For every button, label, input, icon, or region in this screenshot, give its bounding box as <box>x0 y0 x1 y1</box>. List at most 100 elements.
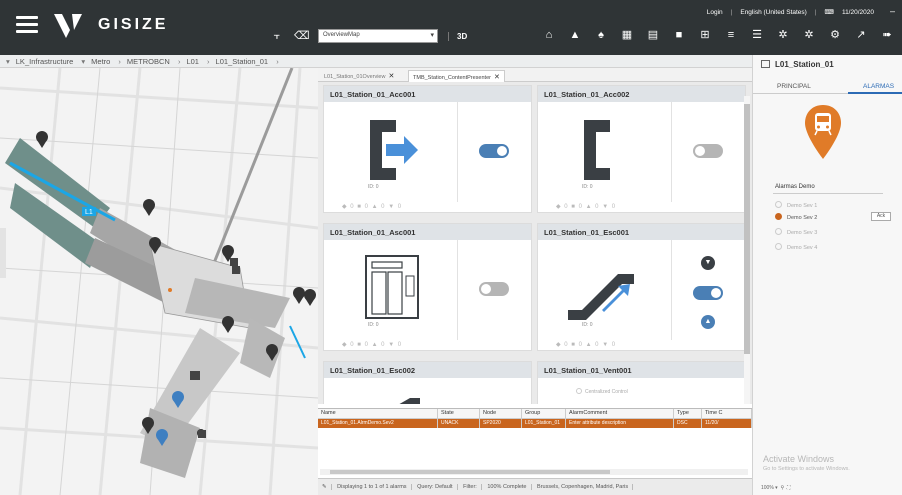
column-header[interactable]: Group <box>522 409 566 418</box>
grid-header: Name State Node Group AlarmComment Type … <box>318 409 752 419</box>
device-cards: L01_Station_01_Acc001 ID: 0 ◆ 0 ■ 0 ▲ 0 … <box>318 82 752 404</box>
language-selector[interactable]: English (United States) <box>740 9 806 16</box>
device-toggle[interactable] <box>693 286 723 300</box>
table-row[interactable]: L01_Station_01.AlrmDemo.Sev2 UNACK SP202… <box>318 419 752 428</box>
alarm-item[interactable]: Demo Sev 2 <box>775 213 817 221</box>
breadcrumb-item[interactable]: L01 <box>186 57 199 66</box>
zoom-value: 100% <box>761 485 774 491</box>
layers-icon[interactable]: ⫟ <box>270 30 284 42</box>
column-header[interactable]: State <box>438 409 480 418</box>
card-title: L01_Station_01_Esc002 <box>324 362 531 378</box>
keyboard-icon[interactable]: ⌨ <box>825 8 834 16</box>
door-closed-icon <box>584 120 610 180</box>
breadcrumb: ▾ LK_Infrastructure ▾ Metro › METROBCN › L01… <box>0 55 752 68</box>
column-header[interactable]: Type <box>674 409 702 418</box>
ack-button[interactable]: Ack <box>871 212 891 221</box>
grid-icon[interactable]: ⊞ <box>698 29 712 41</box>
header-user-bar: Login | English (United States) | ⌨ 11/2… <box>706 8 874 17</box>
card-visual: ID: 0 ◆ 0 ■ 0 ▲ 0 ▼ 0 <box>324 240 458 348</box>
logo-icon <box>54 14 82 38</box>
device-toggle[interactable] <box>479 282 509 296</box>
map-select[interactable]: OverviewMap ▾ <box>318 29 438 43</box>
breadcrumb-item[interactable]: L01_Station_01 <box>216 57 269 66</box>
map-select-value: OverviewMap <box>323 32 360 38</box>
tab-principal[interactable]: PRINCIPAL <box>777 83 811 90</box>
table-cell: SP2020 <box>480 419 522 428</box>
radio-icon[interactable] <box>576 388 582 394</box>
dashboard-icon[interactable]: ▦ <box>620 29 634 41</box>
chevron-down-icon: ▾ <box>430 32 434 39</box>
menu-icon[interactable] <box>16 16 38 34</box>
column-header[interactable]: Name <box>318 409 438 418</box>
grid-scrollbar[interactable] <box>320 469 748 475</box>
close-icon[interactable]: ✕ <box>494 74 500 81</box>
watermark-title: Activate Windows <box>763 454 835 464</box>
warning-icon[interactable]: ▲ <box>568 29 582 41</box>
chevron-right-icon: › <box>177 57 181 66</box>
table-cell: Enter attribute description <box>566 419 674 428</box>
chevron-right-icon: › <box>118 57 121 66</box>
filter-list-icon[interactable]: ☰ <box>750 29 764 41</box>
panel-title: L01_Station_01 <box>761 60 834 69</box>
tab-overview-label: L01_Station_01Overview <box>324 74 386 80</box>
direction-up-button[interactable]: ▲ <box>701 315 715 329</box>
card-visual: ID: 0 ◆ 0 ■ 0 ▲ 0 ▼ 0 <box>324 102 458 210</box>
vehicle-icon[interactable]: ➠ <box>880 29 894 41</box>
table-cell: DSC <box>674 419 702 428</box>
column-header[interactable]: Time C <box>702 409 752 418</box>
camera-icon[interactable]: ■ <box>672 29 686 41</box>
device-card: L01_Station_01_Esc001 ID: 0 ◆ 0 ■ 0 ▲ 0 … <box>537 223 746 351</box>
settings-a-icon[interactable]: ✲ <box>776 29 790 41</box>
watermark-subtitle: Go to Settings to activate Windows. <box>763 466 850 472</box>
column-header[interactable]: AlarmComment <box>566 409 674 418</box>
column-header[interactable]: Node <box>480 409 522 418</box>
alarm-item[interactable]: Demo Sev 4 <box>775 243 817 251</box>
radio-icon <box>775 201 782 208</box>
card-title: L01_Station_01_Esc001 <box>538 224 745 240</box>
device-toggle[interactable] <box>479 144 509 158</box>
breadcrumb-item[interactable]: Metro <box>91 57 110 66</box>
map-view[interactable]: L1 <box>0 68 318 495</box>
table-cell: 11/20/ <box>702 419 752 428</box>
eraser-icon[interactable]: ⌫ <box>294 30 310 42</box>
tab-alarmas[interactable]: ALARMAS <box>863 83 894 90</box>
clipboard-icon[interactable]: ▤ <box>646 29 660 41</box>
close-icon[interactable]: ✕ <box>388 73 394 80</box>
chevron-right-icon: › <box>207 57 210 66</box>
chevron-down-icon[interactable]: ▾ <box>6 57 10 66</box>
card-title: L01_Station_01_Vent001 <box>538 362 745 378</box>
chevron-down-icon[interactable]: ▾ <box>81 57 85 66</box>
list-icon[interactable]: ≡ <box>724 29 738 41</box>
app-window: GISIZE Login | English (United States) |… <box>0 0 902 495</box>
device-card: L01_Station_01_Asc001 ID: 0 ◆ 0 ■ 0 ▲ 0 … <box>323 223 532 351</box>
device-card: L01_Station_01_Esc002 <box>323 361 532 404</box>
breadcrumb-item[interactable]: LK_Infrastructure <box>16 57 74 66</box>
map-canvas[interactable]: L1 <box>0 68 318 495</box>
zoom-control[interactable]: 100% ▾ ⚲ ⛶ <box>761 485 790 491</box>
login-link[interactable]: Login <box>707 9 723 16</box>
chevron-right-icon: › <box>276 57 279 66</box>
alarm-item[interactable]: Demo Sev 3 <box>775 228 817 236</box>
status-displaying: Displaying 1 to 1 of 1 alarms <box>333 484 412 490</box>
table-cell: L01_Station_01 <box>522 419 566 428</box>
alarm-item[interactable]: Demo Sev 1 <box>775 201 817 209</box>
device-toggle[interactable] <box>693 144 723 158</box>
marker-icon[interactable]: ♠ <box>594 29 608 41</box>
3d-button[interactable]: 3D <box>448 31 467 41</box>
card-title: L01_Station_01_Acc001 <box>324 86 531 102</box>
device-card: L01_Station_01_Acc002 ID: 0 ◆ 0 ■ 0 ▲ 0 … <box>537 85 746 213</box>
minimize-icon[interactable]: – <box>890 6 902 16</box>
tab-content-presenter[interactable]: TMB_Station_ContentPresenter ✕ <box>408 70 505 82</box>
cards-scrollbar[interactable] <box>744 96 750 404</box>
device-card: L01_Station_01_Vent001 Centralized Contr… <box>537 361 746 404</box>
tab-overview[interactable]: L01_Station_01Overview ✕ <box>320 70 398 82</box>
direction-down-button[interactable]: ▼ <box>701 256 715 270</box>
home-icon[interactable]: ⌂ <box>542 29 556 41</box>
tab-bar: L01_Station_01Overview ✕ TMB_Station_Cont… <box>318 68 752 82</box>
breadcrumb-item[interactable]: METROBCN <box>127 57 170 66</box>
route-icon[interactable]: ↗ <box>854 29 868 41</box>
settings-b-icon[interactable]: ✲ <box>802 29 816 41</box>
edit-icon[interactable]: ✎ <box>318 484 332 490</box>
device-id: ID: 0 <box>368 322 379 328</box>
gear-icon[interactable]: ⚙ <box>828 29 842 41</box>
